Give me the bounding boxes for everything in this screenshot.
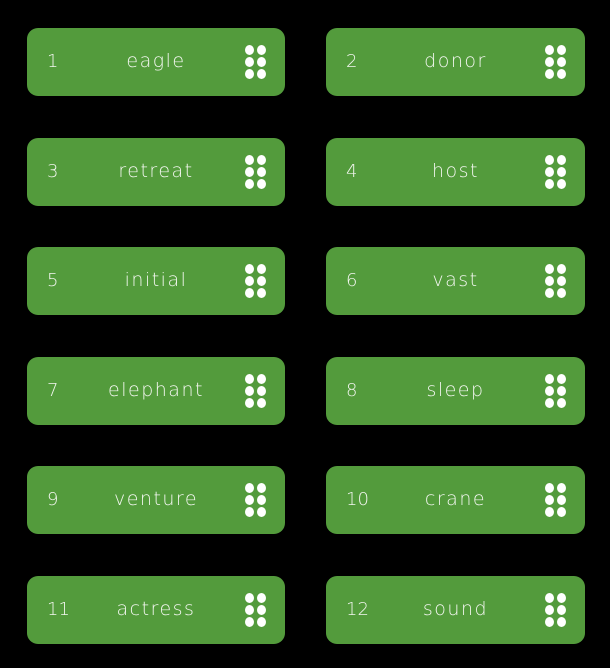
dot bbox=[257, 166, 266, 177]
dot bbox=[557, 45, 566, 55]
word-card-10[interactable]: 10 crane bbox=[326, 466, 585, 534]
drag-handle-icon[interactable] bbox=[245, 45, 266, 79]
word-card-5[interactable]: 5 initial bbox=[27, 247, 285, 315]
dot bbox=[245, 154, 254, 165]
dot bbox=[245, 264, 254, 274]
dot bbox=[545, 373, 554, 384]
drag-handle-icon[interactable] bbox=[545, 373, 566, 408]
dot bbox=[545, 69, 554, 79]
word-card-3[interactable]: 3 retreat bbox=[27, 137, 285, 206]
dot bbox=[245, 69, 254, 79]
dot bbox=[257, 276, 266, 286]
dot bbox=[545, 45, 554, 55]
dot bbox=[545, 288, 554, 298]
dot bbox=[257, 178, 266, 189]
dot bbox=[245, 178, 254, 189]
dot bbox=[257, 495, 266, 505]
dot bbox=[557, 264, 566, 274]
dot bbox=[545, 483, 554, 493]
word-card-7[interactable]: 7 elephant bbox=[27, 356, 285, 425]
word-card-1[interactable]: 1 eagle bbox=[27, 28, 285, 96]
dot bbox=[545, 397, 554, 408]
word-card-8[interactable]: 8 sleep bbox=[326, 356, 585, 425]
dot bbox=[245, 507, 254, 517]
dot bbox=[257, 592, 266, 603]
word-grid: 1 eagle 2 donor 3 retreat 4 host 5 initi… bbox=[27, 28, 585, 644]
word-card-11[interactable]: 11 actress bbox=[27, 575, 285, 644]
drag-handle-icon[interactable] bbox=[545, 592, 566, 627]
drag-handle-icon[interactable] bbox=[545, 154, 566, 189]
dot bbox=[245, 483, 254, 493]
dot bbox=[257, 154, 266, 165]
dot bbox=[245, 45, 254, 55]
dot bbox=[257, 604, 266, 615]
dot bbox=[545, 604, 554, 615]
dot bbox=[557, 276, 566, 286]
word-card-9[interactable]: 9 venture bbox=[27, 466, 285, 534]
dot bbox=[545, 616, 554, 627]
dot bbox=[545, 592, 554, 603]
dot bbox=[545, 385, 554, 396]
dot bbox=[557, 57, 566, 67]
dot bbox=[545, 154, 554, 165]
dot bbox=[557, 154, 566, 165]
word-card-12[interactable]: 12 sound bbox=[326, 575, 585, 644]
dot bbox=[557, 166, 566, 177]
dot bbox=[557, 373, 566, 384]
dot bbox=[545, 57, 554, 67]
dot bbox=[257, 288, 266, 298]
drag-handle-icon[interactable] bbox=[245, 264, 266, 298]
dot bbox=[245, 604, 254, 615]
dot bbox=[245, 57, 254, 67]
dot bbox=[257, 397, 266, 408]
drag-handle-icon[interactable] bbox=[545, 483, 566, 517]
dot bbox=[557, 592, 566, 603]
dot bbox=[557, 604, 566, 615]
dot bbox=[245, 276, 254, 286]
drag-handle-icon[interactable] bbox=[545, 264, 566, 298]
dot bbox=[557, 483, 566, 493]
dot bbox=[545, 507, 554, 517]
dot bbox=[245, 166, 254, 177]
dot bbox=[257, 45, 266, 55]
dot bbox=[545, 166, 554, 177]
dot bbox=[245, 373, 254, 384]
dot bbox=[545, 264, 554, 274]
word-card-4[interactable]: 4 host bbox=[326, 137, 585, 206]
dot bbox=[545, 495, 554, 505]
dot bbox=[257, 385, 266, 396]
dot bbox=[557, 507, 566, 517]
dot bbox=[245, 288, 254, 298]
dot bbox=[257, 616, 266, 627]
dot bbox=[257, 57, 266, 67]
dot bbox=[257, 483, 266, 493]
drag-handle-icon[interactable] bbox=[245, 483, 266, 517]
dot bbox=[557, 385, 566, 396]
dot bbox=[257, 373, 266, 384]
drag-handle-icon[interactable] bbox=[245, 373, 266, 408]
dot bbox=[257, 69, 266, 79]
dot bbox=[557, 69, 566, 79]
dot bbox=[545, 276, 554, 286]
dot bbox=[245, 616, 254, 627]
dot bbox=[257, 507, 266, 517]
dot bbox=[257, 264, 266, 274]
dot bbox=[557, 616, 566, 627]
dot bbox=[545, 178, 554, 189]
dot bbox=[557, 397, 566, 408]
drag-handle-icon[interactable] bbox=[545, 45, 566, 79]
dot bbox=[557, 495, 566, 505]
dot bbox=[245, 495, 254, 505]
dot bbox=[245, 385, 254, 396]
dot bbox=[557, 288, 566, 298]
drag-handle-icon[interactable] bbox=[245, 154, 266, 189]
drag-handle-icon[interactable] bbox=[245, 592, 266, 627]
dot bbox=[245, 397, 254, 408]
dot bbox=[245, 592, 254, 603]
word-card-6[interactable]: 6 vast bbox=[326, 247, 585, 315]
word-card-2[interactable]: 2 donor bbox=[326, 28, 585, 96]
dot bbox=[557, 178, 566, 189]
